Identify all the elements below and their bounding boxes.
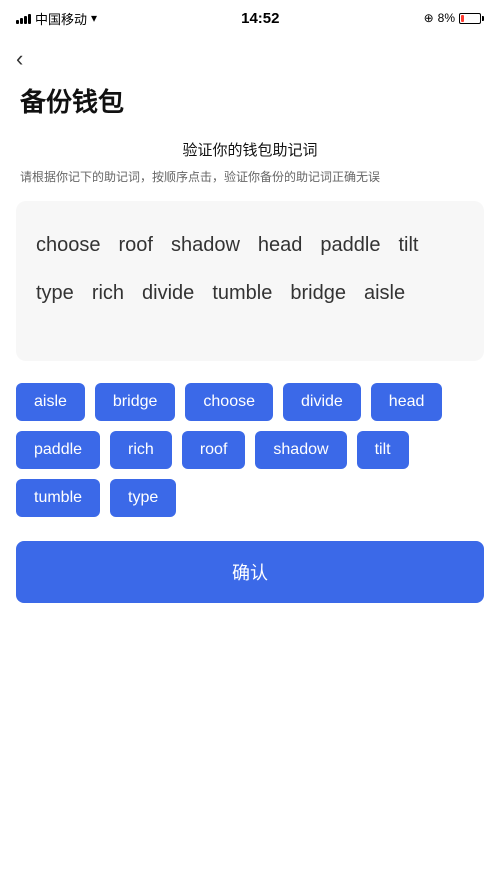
page-title: 备份钱包	[0, 76, 500, 139]
section-desc: 请根据你记下的助记词，按顺序点击，验证你备份的助记词正确无误	[0, 168, 500, 201]
word-slot: type	[36, 269, 74, 317]
word-chip[interactable]: choose	[185, 383, 273, 421]
status-time: 14:52	[241, 10, 279, 27]
back-button[interactable]: ‹	[0, 36, 500, 76]
word-chip[interactable]: divide	[283, 383, 361, 421]
word-slot: tumble	[212, 269, 272, 317]
back-arrow-icon: ‹	[16, 48, 23, 70]
word-slot: head	[258, 221, 303, 269]
battery-percent: 8%	[438, 11, 455, 25]
bottom-area	[0, 633, 500, 693]
word-slot: bridge	[290, 269, 346, 317]
section-title: 验证你的钱包助记词	[0, 139, 500, 160]
confirm-button[interactable]: 确认	[16, 541, 484, 603]
word-display-box: choose roof shadow head paddle tilt type richdi…	[16, 201, 484, 361]
word-slot: roof	[119, 221, 153, 269]
word-slot: rich	[92, 269, 124, 317]
wifi-icon: ▾	[91, 11, 97, 25]
word-chip[interactable]: roof	[182, 431, 246, 469]
word-chip[interactable]: aisle	[16, 383, 85, 421]
word-chip[interactable]: head	[371, 383, 443, 421]
status-bar: 中国移动 ▾ 14:52 ⊕ 8%	[0, 0, 500, 36]
word-chip[interactable]: rich	[110, 431, 172, 469]
signal-icon	[16, 12, 31, 24]
carrier-label: 中国移动	[35, 9, 87, 28]
status-left: 中国移动 ▾	[16, 9, 97, 28]
word-chip[interactable]: tumble	[16, 479, 100, 517]
word-slot: aisle	[364, 269, 405, 317]
word-box-content: choose roof shadow head paddle tilt type richdi…	[36, 221, 464, 317]
word-slot: paddle	[320, 221, 380, 269]
word-chip[interactable]: shadow	[255, 431, 346, 469]
word-chip[interactable]: type	[110, 479, 176, 517]
word-slot: choose	[36, 221, 101, 269]
word-slot: divide	[142, 269, 194, 317]
word-chip[interactable]: bridge	[95, 383, 175, 421]
word-slot: tilt	[398, 221, 418, 269]
chips-area: aisle bridge choose divide head paddle richroo…	[16, 383, 484, 517]
word-chip[interactable]: paddle	[16, 431, 100, 469]
battery-icon	[459, 13, 484, 24]
status-right: ⊕ 8%	[424, 11, 484, 25]
word-slot: shadow	[171, 221, 240, 269]
word-chip[interactable]: tilt	[357, 431, 409, 469]
location-icon: ⊕	[424, 11, 434, 25]
